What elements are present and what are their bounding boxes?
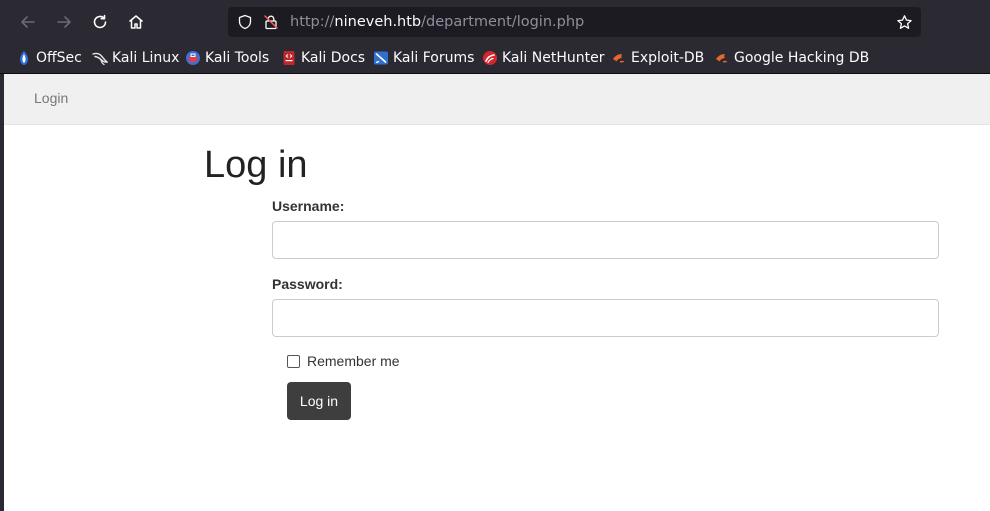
exploit-db-icon <box>613 54 625 63</box>
remember-me-checkbox[interactable] <box>287 354 300 368</box>
bookmark-offsec[interactable]: OffSec <box>16 48 82 68</box>
bookmark-label: OffSec <box>36 50 82 66</box>
bookmark-kali-forums[interactable]: Kali Forums <box>373 48 474 68</box>
username-input[interactable] <box>272 221 939 259</box>
browser-toolbar: http://nineveh.htb/department/login.php <box>0 0 990 44</box>
kali-forums-icon <box>374 51 388 65</box>
page-title: Log in <box>204 144 308 186</box>
remember-me-row: Remember me <box>287 353 400 369</box>
arrow-right-icon <box>57 16 71 28</box>
reload-button[interactable] <box>87 9 113 35</box>
login-button[interactable]: Log in <box>287 382 351 420</box>
bookmark-label: Kali Linux <box>112 50 180 66</box>
address-bar[interactable]: http://nineveh.htb/department/login.php <box>228 7 921 37</box>
ghdb-icon <box>716 54 728 63</box>
url-path: /department/login.php <box>421 14 585 30</box>
password-label: Password: <box>272 276 343 292</box>
bookmark-google-hacking-db[interactable]: Google Hacking DB <box>714 48 869 68</box>
bookmark-exploit-db[interactable]: Exploit-DB <box>611 48 704 68</box>
url-host: nineveh.htb <box>334 14 422 30</box>
arrow-left-icon <box>21 16 35 28</box>
bookmark-label: Exploit-DB <box>631 50 705 66</box>
username-label: Username: <box>272 198 345 214</box>
back-button[interactable] <box>15 9 41 35</box>
kali-docs-icon <box>283 51 295 65</box>
password-input[interactable] <box>272 299 939 337</box>
forward-button[interactable] <box>51 9 77 35</box>
shield-icon[interactable] <box>237 14 253 30</box>
bookmark-label: Kali NetHunter <box>502 50 605 66</box>
remember-me-label[interactable]: Remember me <box>307 353 400 369</box>
insecure-lock-icon[interactable] <box>263 14 279 30</box>
url-text[interactable]: http://nineveh.htb/department/login.php <box>290 7 584 37</box>
url-scheme: http:// <box>290 14 335 30</box>
bookmark-label: Kali Tools <box>205 50 270 66</box>
kali-tools-icon <box>186 51 200 65</box>
bookmark-label: Kali Docs <box>301 50 366 66</box>
star-icon[interactable] <box>896 14 913 31</box>
home-icon <box>129 15 143 29</box>
bookmark-label: Google Hacking DB <box>734 50 870 66</box>
web-page: Login Log in Username: Password: Remembe… <box>4 74 990 511</box>
bookmark-kali-linux[interactable]: Kali Linux <box>92 48 179 68</box>
offsec-icon <box>20 51 28 65</box>
bookmark-kali-tools[interactable]: Kali Tools <box>185 48 269 68</box>
reload-icon <box>93 14 107 29</box>
nav-login-link[interactable]: Login <box>34 90 68 106</box>
bookmark-kali-nethunter[interactable]: Kali NetHunter <box>482 48 604 68</box>
kali-dragon-icon <box>92 52 108 66</box>
nethunter-icon <box>483 51 497 65</box>
site-navbar: Login <box>4 74 990 125</box>
bookmarks-toolbar: OffSec Kali Linux Kali Tools Kali Docs K… <box>0 44 990 74</box>
bookmark-label: Kali Forums <box>393 50 475 66</box>
home-button[interactable] <box>123 9 149 35</box>
bookmark-kali-docs[interactable]: Kali Docs <box>281 48 365 68</box>
